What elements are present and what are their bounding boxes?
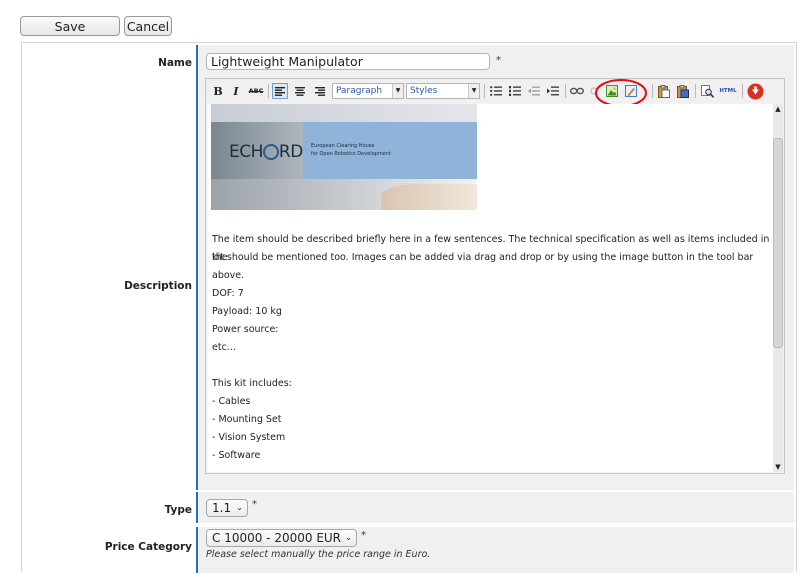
chevron-down-icon: ▼ [392, 84, 403, 98]
html-source-button[interactable]: HTML [718, 83, 738, 99]
description-row: Description B I ABC Paragraph ▼ Styles ▼… [22, 78, 796, 490]
find-button[interactable] [699, 83, 715, 99]
rich-text-editor: B I ABC Paragraph ▼ Styles ▼ HTML ECH RD… [205, 78, 785, 474]
banner-logo-part1: ECH [229, 142, 263, 162]
align-center-button[interactable] [292, 83, 308, 99]
chevron-down-icon: ⌄ [236, 503, 243, 512]
kit-item: - Vision System [212, 432, 286, 443]
save-button[interactable]: Save [20, 16, 120, 36]
toolbar-separator [652, 84, 653, 98]
spec-line: DOF: 7 [212, 288, 244, 299]
align-left-icon [275, 86, 285, 96]
toolbar-separator [565, 84, 566, 98]
type-field-bg [196, 492, 794, 523]
outdent-icon [528, 86, 540, 96]
bullet-list-icon [490, 86, 502, 96]
strikethrough-button[interactable]: ABC [247, 83, 265, 99]
price-hint: Please select manually the price range i… [206, 549, 431, 560]
banner-logo-circle [262, 144, 279, 160]
banner-tagline-line1: European Clearing House [311, 143, 375, 149]
scrollbar-thumb[interactable] [773, 138, 783, 348]
description-paragraph: kit should be mentioned too. Images can … [212, 252, 754, 281]
spec-line: Payload: 10 kg [212, 306, 282, 317]
price-select-value: C 10000 - 20000 EUR [212, 531, 342, 545]
styles-select-value: Styles [410, 86, 438, 96]
name-input[interactable]: Lightweight Manipulator [206, 53, 490, 70]
format-select[interactable]: Paragraph ▼ [332, 83, 404, 99]
align-center-icon [295, 86, 305, 96]
italic-button[interactable]: I [229, 83, 243, 99]
banner-logo-part2: RD [278, 142, 303, 162]
scroll-down-icon[interactable]: ▼ [773, 462, 783, 472]
type-row: Type 1.1 ⌄ * [22, 490, 796, 525]
paste-word-icon [677, 84, 689, 98]
bullet-list-button[interactable] [488, 83, 504, 99]
price-category-select[interactable]: C 10000 - 20000 EUR ⌄ [206, 529, 357, 547]
item-form: Name Lightweight Manipulator * Descripti… [21, 42, 797, 573]
align-right-button[interactable] [312, 83, 328, 99]
banner-hand-image [381, 184, 477, 210]
format-select-value: Paragraph [336, 86, 383, 96]
numbered-list-icon [509, 86, 521, 96]
type-required-mark: * [252, 499, 257, 510]
indent-button[interactable] [545, 83, 561, 99]
banner-logo-text: ECH RD [229, 142, 303, 162]
editor-scrollbar[interactable]: ▲ ▼ [773, 104, 783, 472]
kit-item: - Software [212, 450, 261, 461]
echord-banner: ECH RD European Clearing House for Open R… [211, 104, 477, 210]
search-icon [700, 84, 714, 98]
editor-toolbar: B I ABC Paragraph ▼ Styles ▼ HTML [206, 79, 784, 107]
paste-word-button[interactable] [675, 83, 691, 99]
kit-item: - Cables [212, 396, 251, 407]
name-required-mark: * [496, 55, 501, 66]
toolbar-separator [742, 84, 743, 98]
spec-line: etc... [212, 342, 236, 353]
link-button[interactable] [569, 83, 585, 99]
chevron-down-icon: ▼ [468, 84, 479, 98]
kit-heading: This kit includes: [212, 378, 292, 389]
name-row: Name Lightweight Manipulator * [22, 43, 796, 78]
price-required-mark: * [361, 530, 366, 541]
type-select-value: 1.1 [212, 501, 232, 515]
paste-text-button[interactable] [656, 83, 672, 99]
description-label: Description [124, 280, 192, 292]
banner-tagline: European Clearing House for Open Robotic… [311, 142, 391, 158]
chevron-down-icon: ⌄ [345, 533, 352, 542]
price-row: Price Category C 10000 - 20000 EUR ⌄ * P… [22, 525, 796, 573]
name-label: Name [158, 57, 192, 69]
numbered-list-button[interactable] [507, 83, 523, 99]
kit-item: - Mounting Set [212, 414, 282, 425]
spec-line: Power source: [212, 324, 279, 335]
banner-tagline-line2: for Open Robotics Development [311, 151, 391, 157]
align-left-button[interactable] [272, 83, 288, 99]
bold-button[interactable]: B [211, 83, 225, 99]
link-icon [570, 87, 584, 95]
outdent-button[interactable] [526, 83, 542, 99]
type-label: Type [164, 504, 192, 516]
more-options-button[interactable] [746, 81, 764, 101]
align-right-icon [315, 86, 325, 96]
indent-icon [547, 86, 559, 96]
price-label: Price Category [104, 541, 192, 553]
arrow-down-circle-icon [747, 83, 763, 99]
cancel-button[interactable]: Cancel [124, 16, 172, 36]
paste-icon [658, 84, 670, 98]
toolbar-separator [484, 84, 485, 98]
editor-content[interactable]: ECH RD European Clearing House for Open R… [208, 104, 774, 472]
type-select[interactable]: 1.1 ⌄ [206, 499, 248, 517]
toolbar-separator [268, 84, 269, 98]
styles-select[interactable]: Styles ▼ [406, 83, 480, 99]
scroll-up-icon[interactable]: ▲ [773, 104, 783, 114]
toolbar-separator [695, 84, 696, 98]
